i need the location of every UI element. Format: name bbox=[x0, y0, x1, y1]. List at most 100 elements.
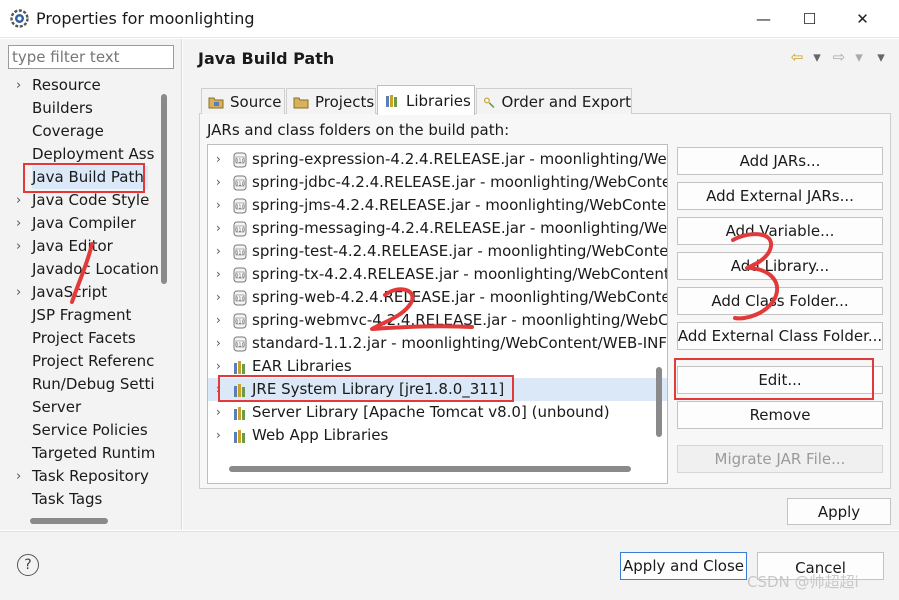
library-icon bbox=[234, 430, 245, 443]
chevron-right-icon[interactable]: › bbox=[16, 235, 26, 258]
close-button[interactable]: ✕ bbox=[840, 0, 885, 38]
filter-input[interactable] bbox=[8, 45, 174, 69]
tree-item[interactable]: Project Referenc bbox=[0, 350, 160, 373]
library-row-label: spring-expression-4.2.4.RELEASE.jar - mo… bbox=[252, 150, 667, 168]
chevron-right-icon[interactable]: › bbox=[16, 465, 26, 488]
eclipse-gear-icon bbox=[10, 9, 29, 28]
jar-icon: 010 bbox=[233, 221, 247, 237]
chevron-right-icon[interactable]: › bbox=[216, 194, 221, 217]
tree-item[interactable]: Run/Debug Setti bbox=[0, 373, 160, 396]
annotation-box-java-build-path bbox=[23, 163, 145, 193]
chevron-right-icon[interactable]: › bbox=[216, 401, 221, 424]
annotation-number-1 bbox=[70, 242, 94, 304]
view-menu-icon[interactable]: ▾ bbox=[875, 48, 887, 68]
tab-order-and-export[interactable]: Order and Export bbox=[476, 88, 632, 114]
tree-item[interactable]: Task Tags bbox=[0, 488, 160, 511]
chevron-right-icon[interactable]: › bbox=[216, 263, 221, 286]
tree-item-label: Server bbox=[32, 398, 82, 416]
library-icon bbox=[386, 94, 397, 107]
apply-and-close-button[interactable]: Apply and Close bbox=[620, 552, 747, 580]
tree-item[interactable]: › Java Compiler bbox=[0, 212, 160, 235]
chevron-right-icon[interactable]: › bbox=[216, 217, 221, 240]
jar-icon: 010 bbox=[233, 267, 247, 283]
tree-item-label: Project Referenc bbox=[32, 352, 155, 370]
help-icon[interactable]: ? bbox=[17, 554, 39, 576]
list-vertical-scrollbar[interactable] bbox=[656, 367, 662, 437]
tree-item-label: Service Policies bbox=[32, 421, 148, 439]
tab-projects[interactable]: Projects bbox=[286, 88, 376, 114]
chevron-right-icon[interactable]: › bbox=[216, 424, 221, 447]
tab-libraries[interactable]: Libraries bbox=[377, 85, 475, 115]
tree-item[interactable]: Server bbox=[0, 396, 160, 419]
library-row[interactable]: › 010 spring-expression-4.2.4.RELEASE.jar … bbox=[208, 148, 667, 171]
jar-icon: 010 bbox=[233, 313, 247, 329]
chevron-right-icon[interactable]: › bbox=[216, 148, 221, 171]
svg-text:010: 010 bbox=[235, 204, 245, 210]
library-row-label: spring-jms-4.2.4.RELEASE.jar - moonlight… bbox=[252, 196, 667, 214]
chevron-right-icon[interactable]: › bbox=[16, 281, 26, 304]
remove-button[interactable]: Remove bbox=[677, 401, 883, 429]
forward-dropdown-icon[interactable]: ▾ bbox=[853, 48, 865, 68]
jar-icon: 010 bbox=[233, 290, 247, 306]
back-arrow-icon[interactable]: ⇦ bbox=[789, 48, 805, 68]
library-row[interactable]: › 010 spring-tx-4.2.4.RELEASE.jar - moonli… bbox=[208, 263, 667, 286]
library-row[interactable]: › 010 spring-jms-4.2.4.RELEASE.jar - moonl… bbox=[208, 194, 667, 217]
svg-text:010: 010 bbox=[235, 296, 245, 302]
tab-projects-label: Projects bbox=[315, 92, 375, 111]
tree-item-label: Coverage bbox=[32, 122, 104, 140]
svg-text:010: 010 bbox=[235, 319, 245, 325]
migrate-jar-button[interactable]: Migrate JAR File... bbox=[677, 445, 883, 473]
apply-button[interactable]: Apply bbox=[787, 498, 891, 525]
library-row[interactable]: › Web App Libraries bbox=[208, 424, 667, 447]
library-row[interactable]: › 010 spring-messaging-4.2.4.RELEASE.jar -… bbox=[208, 217, 668, 240]
minimize-button[interactable]: — bbox=[741, 0, 786, 38]
library-icon bbox=[234, 407, 245, 420]
tree-horizontal-scrollbar[interactable] bbox=[30, 518, 108, 524]
chevron-right-icon[interactable]: › bbox=[16, 74, 26, 97]
library-icon bbox=[234, 361, 245, 374]
library-row[interactable]: › 010 standard-1.1.2.jar - moonlighting/We… bbox=[208, 332, 668, 355]
tree-item[interactable]: Targeted Runtim bbox=[0, 442, 160, 465]
tree-item[interactable]: Service Policies bbox=[0, 419, 160, 442]
chevron-right-icon[interactable]: › bbox=[216, 171, 221, 194]
svg-text:010: 010 bbox=[235, 250, 245, 256]
library-row-label: standard-1.1.2.jar - moonlighting/WebCon… bbox=[252, 334, 668, 352]
svg-text:010: 010 bbox=[235, 342, 245, 348]
chevron-right-icon[interactable]: › bbox=[216, 240, 221, 263]
tree-item[interactable]: Project Facets bbox=[0, 327, 160, 350]
chevron-right-icon[interactable]: › bbox=[216, 332, 221, 355]
library-row[interactable]: › Server Library [Apache Tomcat v8.0] (un… bbox=[208, 401, 667, 424]
annotation-box-jre-library bbox=[218, 375, 514, 402]
tree-item[interactable]: › Task Repository bbox=[0, 465, 160, 488]
jar-icon: 010 bbox=[233, 244, 247, 260]
chevron-right-icon[interactable]: › bbox=[216, 309, 221, 332]
library-row-label: spring-messaging-4.2.4.RELEASE.jar - moo… bbox=[252, 219, 668, 237]
add-jars-button[interactable]: Add JARs... bbox=[677, 147, 883, 175]
back-dropdown-icon[interactable]: ▾ bbox=[811, 48, 823, 68]
tree-item-label: Task Tags bbox=[32, 490, 103, 508]
tree-item[interactable]: › Resource bbox=[0, 74, 160, 97]
library-row-label: spring-test-4.2.4.RELEASE.jar - moonligh… bbox=[252, 242, 668, 260]
library-row-label: Web App Libraries bbox=[252, 426, 389, 444]
maximize-button[interactable]: ☐ bbox=[787, 0, 832, 38]
tree-vertical-scrollbar[interactable] bbox=[161, 94, 167, 284]
add-external-jars-button[interactable]: Add External JARs... bbox=[677, 182, 883, 210]
svg-text:010: 010 bbox=[235, 273, 245, 279]
svg-text:010: 010 bbox=[235, 181, 245, 187]
forward-arrow-icon[interactable]: ⇨ bbox=[831, 48, 847, 68]
tab-source[interactable]: Source bbox=[201, 88, 285, 114]
order-export-icon bbox=[483, 97, 495, 108]
library-row[interactable]: › 010 spring-jdbc-4.2.4.RELEASE.jar - moon… bbox=[208, 171, 668, 194]
add-external-class-folder-button[interactable]: Add External Class Folder... bbox=[677, 322, 883, 350]
library-row-label: Server Library [Apache Tomcat v8.0] (unb… bbox=[252, 403, 610, 421]
chevron-right-icon[interactable]: › bbox=[216, 286, 221, 309]
list-horizontal-scrollbar[interactable] bbox=[229, 466, 631, 472]
tree-item[interactable]: Builders bbox=[0, 97, 160, 120]
tree-item[interactable]: Coverage bbox=[0, 120, 160, 143]
library-row-label: spring-jdbc-4.2.4.RELEASE.jar - moonligh… bbox=[252, 173, 668, 191]
chevron-right-icon[interactable]: › bbox=[16, 212, 26, 235]
library-row-label: spring-tx-4.2.4.RELEASE.jar - moonlighti… bbox=[252, 265, 667, 283]
tree-item-label: Project Facets bbox=[32, 329, 136, 347]
library-row[interactable]: › 010 spring-test-4.2.4.RELEASE.jar - moon… bbox=[208, 240, 668, 263]
watermark: CSDN @帅超超i bbox=[747, 573, 859, 591]
